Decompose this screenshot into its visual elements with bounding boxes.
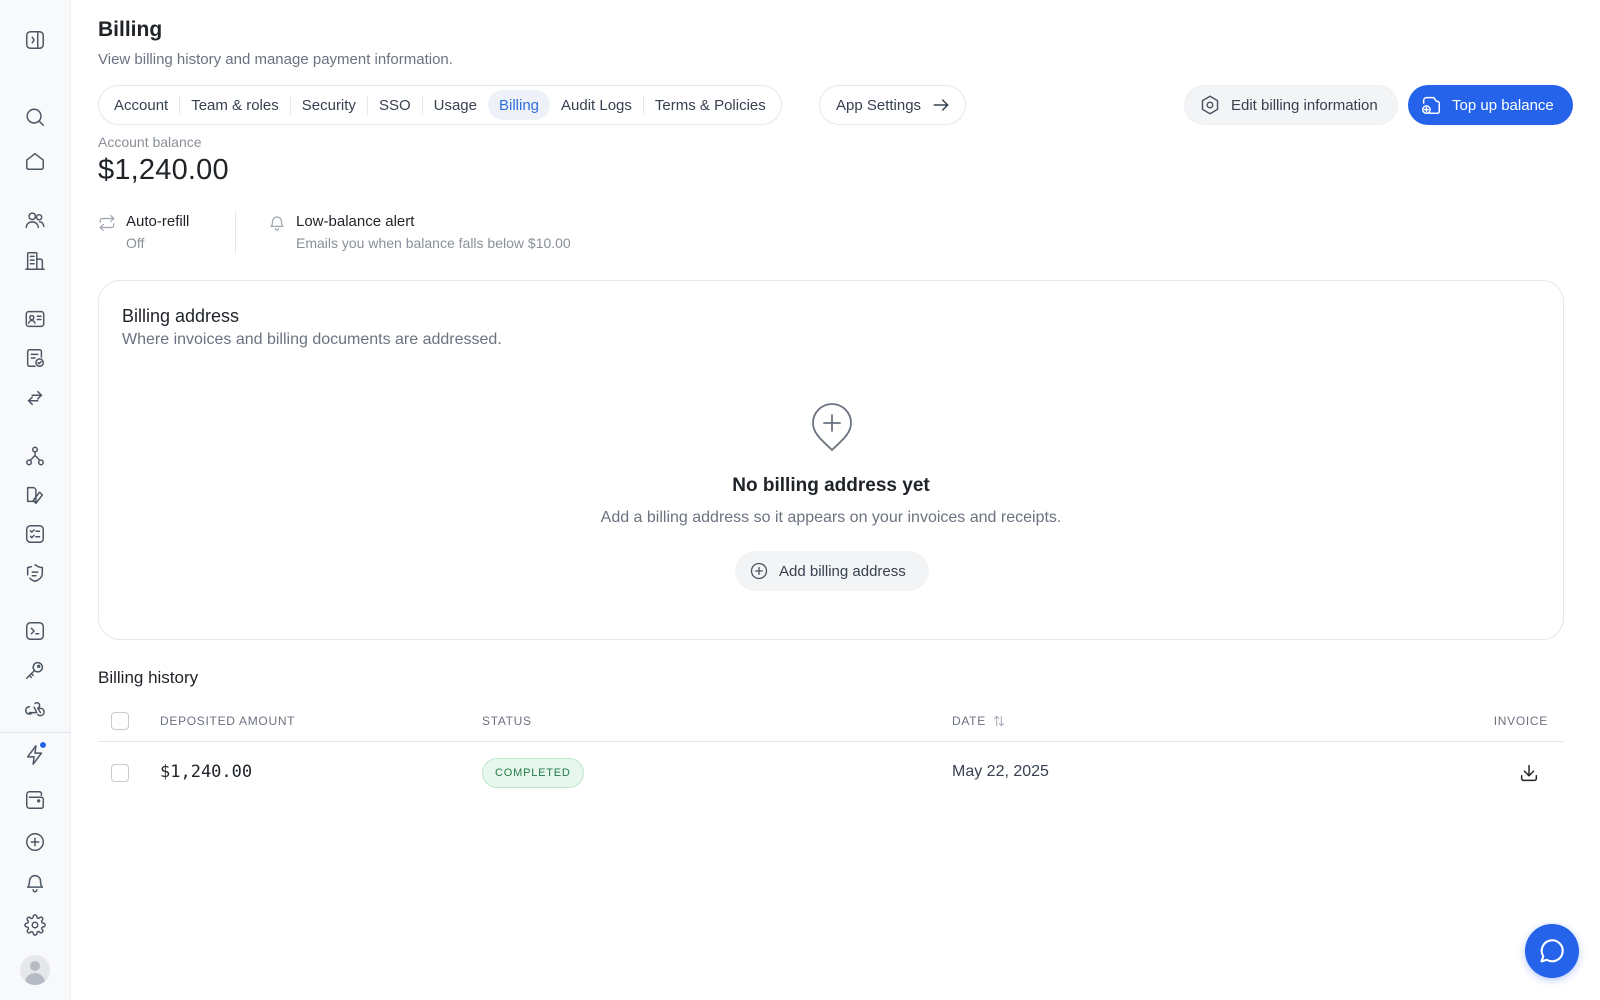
page-subtitle: View billing history and manage payment … (98, 51, 453, 68)
column-date[interactable]: DATE (952, 714, 1006, 728)
tab-account[interactable]: Account (103, 90, 179, 120)
contact-card-icon[interactable] (22, 306, 48, 332)
feature-divider (235, 212, 236, 254)
column-deposited-amount[interactable]: DEPOSITED AMOUNT (160, 714, 295, 728)
edit-billing-button[interactable]: Edit billing information (1184, 85, 1398, 125)
checklist-icon[interactable] (22, 521, 48, 547)
transfer-icon[interactable] (22, 385, 48, 411)
search-icon[interactable] (22, 104, 48, 130)
top-up-button[interactable]: Top up balance (1408, 85, 1573, 125)
avatar-head (30, 961, 40, 971)
column-date-label: DATE (952, 714, 986, 728)
billing-address-subtitle: Where invoices and billing documents are… (122, 331, 502, 348)
home-icon[interactable] (22, 148, 48, 174)
plus-circle-icon (750, 562, 768, 580)
sidebar-divider (0, 732, 71, 733)
refresh-icon (99, 214, 115, 232)
row-amount: $1,240.00 (160, 762, 253, 782)
empty-state-subtitle: Add a billing address so it appears on y… (600, 509, 1062, 526)
tab-terms-policies[interactable]: Terms & Policies (644, 90, 777, 120)
tab-sso[interactable]: SSO (368, 90, 422, 120)
balance-value: $1,240.00 (98, 154, 229, 186)
select-all-checkbox[interactable] (111, 712, 129, 730)
alert-title: Low-balance alert (296, 213, 415, 230)
plus-circle-icon[interactable] (22, 829, 48, 855)
workflow-icon[interactable] (22, 443, 48, 469)
avatar-body (25, 973, 45, 985)
auto-refill-value: Off (126, 235, 145, 251)
notification-dot (39, 741, 47, 749)
tab-usage[interactable]: Usage (423, 90, 488, 120)
arrow-right-icon (933, 99, 949, 111)
add-billing-address-button[interactable]: Add billing address (735, 551, 929, 591)
page-title: Billing (98, 18, 163, 41)
sidebar-toggle-icon[interactable] (22, 27, 48, 53)
download-icon[interactable] (1518, 762, 1540, 784)
low-balance-alert-setting[interactable]: Low-balance alert Emails you when balanc… (268, 212, 571, 254)
empty-state-title: No billing address yet (732, 475, 930, 496)
table-row[interactable]: $1,240.00 COMPLETED May 22, 2025 (98, 742, 1564, 804)
row-checkbox[interactable] (111, 764, 129, 782)
row-date: May 22, 2025 (952, 763, 1049, 780)
location-plus-icon (809, 401, 855, 453)
gear-icon[interactable] (22, 912, 48, 938)
wallet-icon[interactable] (22, 787, 48, 813)
billing-history-title: Billing history (98, 668, 199, 687)
settings-circle-icon (1201, 95, 1219, 115)
column-status[interactable]: STATUS (482, 714, 532, 728)
column-invoice: INVOICE (1493, 714, 1548, 728)
add-billing-address-label: Add billing address (779, 562, 906, 580)
building-icon[interactable] (22, 248, 48, 274)
top-up-label: Top up balance (1452, 96, 1554, 114)
bell-icon (270, 216, 284, 231)
tab-audit-logs[interactable]: Audit Logs (550, 90, 643, 120)
tab-team-roles[interactable]: Team & roles (180, 90, 290, 120)
auto-refill-title: Auto-refill (126, 213, 190, 230)
document-check-icon[interactable] (22, 345, 48, 371)
edit-billing-label: Edit billing information (1231, 96, 1378, 114)
billing-address-card: Billing address Where invoices and billi… (98, 280, 1564, 640)
tab-billing[interactable]: Billing (487, 90, 551, 120)
avatar[interactable] (20, 955, 50, 985)
bell-icon[interactable] (22, 870, 48, 896)
sidebar (0, 0, 71, 1000)
chat-button[interactable] (1525, 924, 1579, 978)
book-icon[interactable] (22, 482, 48, 508)
app-settings-label: App Settings (836, 96, 922, 114)
status-badge: COMPLETED (482, 758, 584, 788)
chat-bubble-icon (1540, 939, 1564, 963)
balance-label: Account balance (98, 134, 202, 150)
shield-icon[interactable] (22, 560, 48, 586)
key-icon[interactable] (22, 657, 48, 683)
users-icon[interactable] (22, 207, 48, 233)
billing-history-table: DEPOSITED AMOUNT STATUS DATE INVOICE $1,… (98, 700, 1564, 804)
webhook-icon[interactable] (22, 696, 48, 722)
settings-tabs: Account Team & roles Security SSO Usage … (98, 85, 782, 125)
alert-description: Emails you when balance falls below $10.… (296, 235, 571, 251)
tab-security[interactable]: Security (291, 90, 367, 120)
auto-refill-setting[interactable]: Auto-refill Off (98, 212, 189, 254)
wallet-plus-icon (1422, 96, 1440, 114)
terminal-icon[interactable] (22, 618, 48, 644)
table-header: DEPOSITED AMOUNT STATUS DATE INVOICE (98, 700, 1564, 742)
app-settings-button[interactable]: App Settings (819, 85, 967, 125)
billing-address-title: Billing address (122, 306, 240, 326)
sort-icon[interactable] (986, 714, 1006, 728)
